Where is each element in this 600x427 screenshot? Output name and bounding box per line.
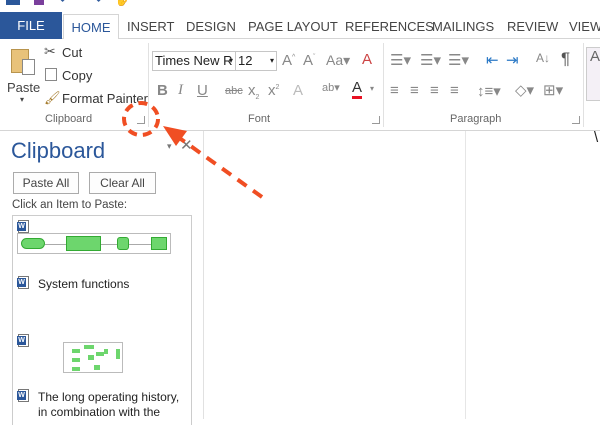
annotation-arrow-shaft [176,135,264,199]
annotation-overlay [122,101,264,199]
highlight-circle [122,101,160,137]
